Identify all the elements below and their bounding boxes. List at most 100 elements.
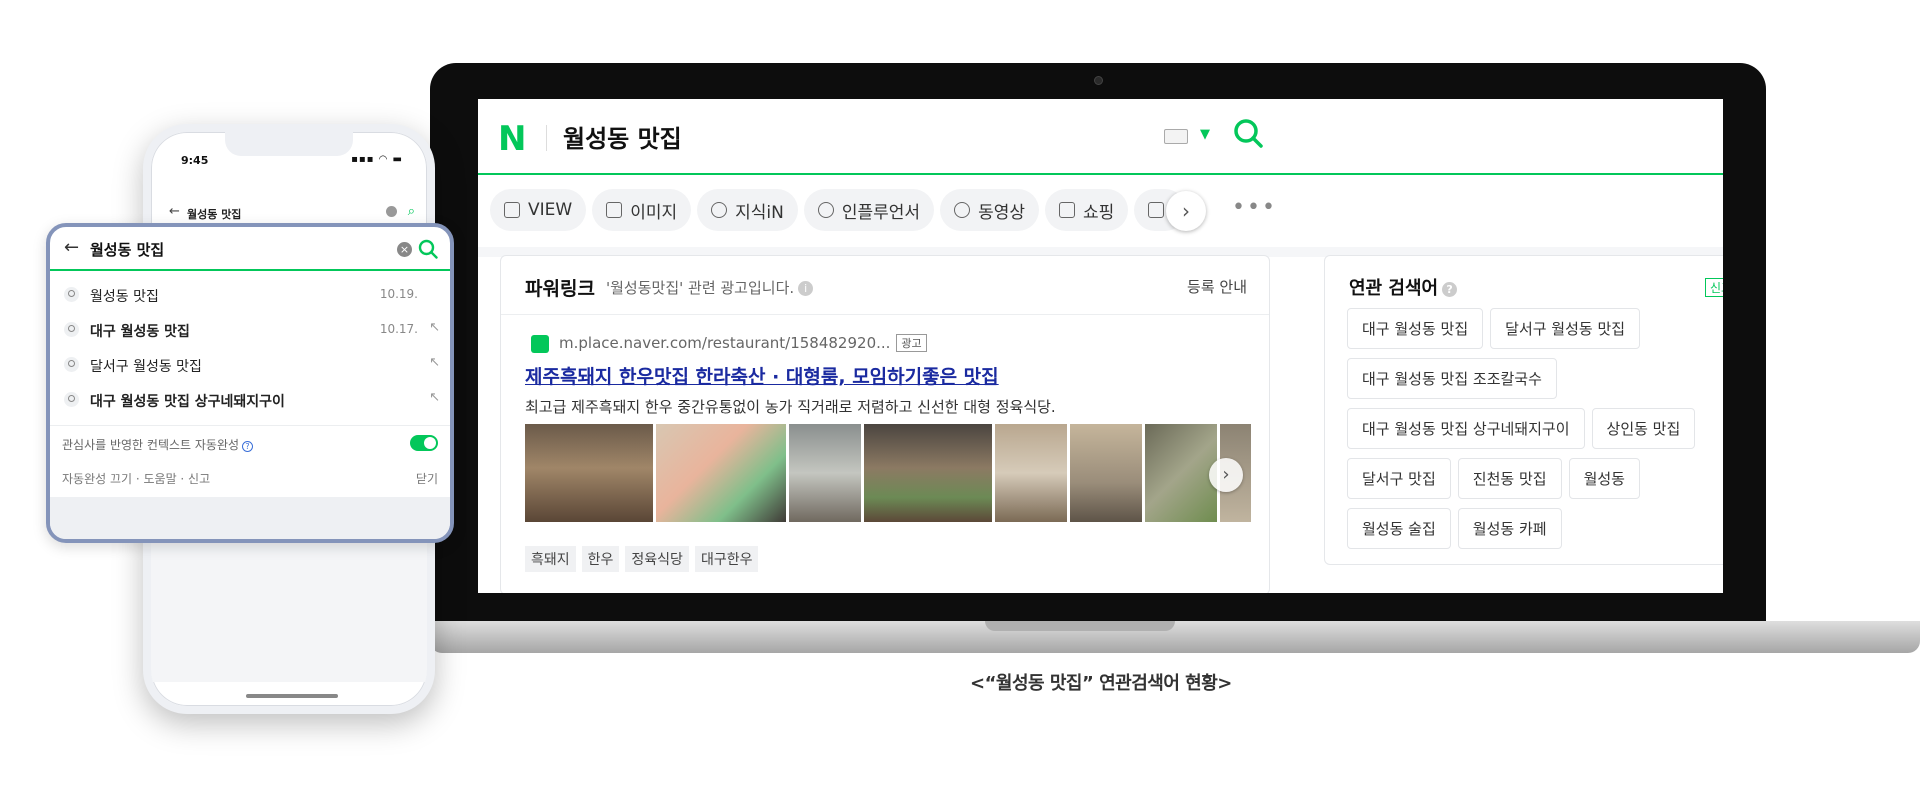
- context-toggle[interactable]: [410, 435, 438, 451]
- search-icon[interactable]: ⌕: [408, 204, 415, 219]
- suggestion-text: 월성동 맛집: [90, 289, 159, 305]
- play-icon: [954, 202, 971, 218]
- laptop-lid: N 월성동 맛집 ▼ VIEW 이미지 지식iN 인플루언서 동영상 쇼핑 › ••• 파…: [430, 63, 1766, 625]
- related-chips: 대구 월성동 맛집 달서구 월성동 맛집 대구 월성동 맛집 조조칼국수 대구 월…: [1347, 308, 1723, 558]
- powerlink-subtitle: '월성동맛집' 관련 광고입니다. i: [606, 277, 814, 298]
- ad-tag[interactable]: 정육식당: [625, 546, 689, 572]
- tab-shopping[interactable]: 쇼핑: [1044, 189, 1129, 231]
- related-chip[interactable]: 대구 월성동 맛집: [1347, 308, 1484, 349]
- info-icon[interactable]: i: [798, 281, 814, 296]
- related-title-text: 연관 검색어: [1349, 278, 1439, 299]
- camera: [1094, 76, 1103, 85]
- ad-url[interactable]: m.place.naver.com/restaurant/158482920..…: [559, 334, 927, 352]
- search-icon[interactable]: [418, 239, 438, 259]
- header-divider: [546, 125, 547, 151]
- back-arrow-icon[interactable]: ←: [64, 237, 79, 258]
- related-chip[interactable]: 월성동: [1568, 458, 1640, 499]
- arrow-up-left-icon[interactable]: ↖: [429, 355, 440, 370]
- ad-tags: 흑돼지 한우 정육식당 대구한우: [525, 546, 764, 572]
- suggestion-text: 대구 월성동 맛집: [90, 324, 190, 340]
- ad-image-strip: [525, 424, 1251, 522]
- popup-bottom-area: [50, 497, 450, 539]
- image-next-button[interactable]: ›: [1209, 458, 1243, 492]
- dropdown-caret-icon[interactable]: ▼: [1200, 127, 1210, 142]
- ad-image[interactable]: [995, 424, 1067, 522]
- register-link[interactable]: 등록 안내: [1187, 276, 1247, 297]
- tab-label: 쇼핑: [1082, 202, 1115, 223]
- suggestion-item[interactable]: 대구 월성동 맛집 상구네돼지구이 ↖: [50, 382, 450, 417]
- related-chip[interactable]: 대구 월성동 맛집 조조칼국수: [1347, 358, 1557, 399]
- help-icon[interactable]: ?: [242, 441, 254, 452]
- phone-background: [151, 532, 427, 682]
- related-chip[interactable]: 대구 월성동 맛집 상구네돼지구이: [1347, 408, 1585, 449]
- search-icon: [64, 357, 79, 372]
- back-arrow-icon[interactable]: ←: [169, 204, 180, 219]
- ad-image[interactable]: [864, 424, 992, 522]
- report-badge[interactable]: 신고: [1705, 278, 1723, 297]
- phone-time: 9:45: [181, 154, 209, 167]
- document-icon: [504, 202, 520, 218]
- news-icon: [1148, 202, 1165, 218]
- related-chip[interactable]: 달서구 맛집: [1347, 458, 1451, 499]
- suggestion-item[interactable]: 대구 월성동 맛집 10.17. ↖: [50, 312, 450, 347]
- clear-icon[interactable]: ×: [397, 242, 412, 257]
- close-button[interactable]: 닫기: [416, 470, 438, 487]
- suggestion-item[interactable]: 달서구 월성동 맛집 ↖: [50, 347, 450, 382]
- caption: <“월성동 맛집” 연관검색어 현황>: [970, 673, 1232, 694]
- keyboard-icon[interactable]: [1164, 129, 1188, 144]
- related-chip[interactable]: 월성동 카페: [1457, 508, 1562, 549]
- related-chip[interactable]: 진천동 맛집: [1457, 458, 1562, 499]
- phone-search-bar: ← 월성동 맛집 ⌕: [169, 204, 419, 224]
- more-tabs-button[interactable]: •••: [1232, 195, 1277, 220]
- image-icon: [606, 202, 623, 218]
- ad-image[interactable]: [1145, 424, 1217, 522]
- ad-image[interactable]: [525, 424, 653, 522]
- naver-logo[interactable]: N: [498, 119, 526, 159]
- suggestion-date: 10.17.: [379, 322, 418, 336]
- autocomplete-query[interactable]: 월성동 맛집: [90, 239, 164, 260]
- related-searches-panel: 연관 검색어? 신고 대구 월성동 맛집달서구 월성동 맛집 대구 월성동 맛집…: [1324, 255, 1723, 565]
- info-icon[interactable]: ?: [1442, 282, 1458, 297]
- search-icon: [64, 287, 79, 302]
- search-query[interactable]: 월성동 맛집: [563, 119, 682, 154]
- related-chip[interactable]: 월성동 술집: [1347, 508, 1451, 549]
- tab-label: 인플루언서: [841, 202, 921, 223]
- tab-image[interactable]: 이미지: [592, 189, 692, 231]
- tabs-next-button[interactable]: ›: [1166, 191, 1206, 231]
- ad-image[interactable]: [656, 424, 786, 522]
- context-label-text: 관심사를 반영한 컨텍스트 자동완성: [62, 438, 240, 452]
- divider: [501, 314, 1269, 315]
- search-header: N 월성동 맛집 ▼: [478, 99, 1723, 175]
- place-icon: [531, 335, 549, 353]
- tab-view[interactable]: VIEW: [490, 189, 587, 231]
- status-icons: ▪▪▪ ◠ ▬: [351, 154, 403, 165]
- suggestion-text: 달서구 월성동 맛집: [90, 359, 202, 375]
- autocomplete-footer-links[interactable]: 자동완성 끄기 · 도움말 · 신고: [62, 470, 210, 487]
- related-chip[interactable]: 상인동 맛집: [1591, 408, 1696, 449]
- phone-search-query[interactable]: 월성동 맛집: [187, 206, 241, 222]
- arrow-up-left-icon[interactable]: ↖: [429, 390, 440, 405]
- ad-tag[interactable]: 한우: [581, 546, 620, 572]
- ad-badge: 광고: [896, 334, 927, 352]
- ad-image[interactable]: [1070, 424, 1142, 522]
- q-icon: [711, 202, 728, 218]
- tab-video[interactable]: 동영상: [940, 189, 1039, 231]
- tab-kin[interactable]: 지식iN: [697, 189, 798, 231]
- suggestion-text: 대구 월성동 맛집 상구네돼지구이: [90, 394, 285, 410]
- home-indicator: [246, 694, 338, 698]
- search-tabs: VIEW 이미지 지식iN 인플루언서 동영상 쇼핑: [490, 189, 1192, 237]
- ad-title-link[interactable]: 제주흑돼지 한우맛집 한라축산 · 대형룸, 모임하기좋은 맛집: [525, 362, 999, 389]
- search-icon[interactable]: [1232, 117, 1264, 149]
- clear-icon[interactable]: [386, 206, 397, 217]
- laptop-base: [430, 621, 1920, 653]
- ad-image[interactable]: [789, 424, 861, 522]
- ad-tag[interactable]: 대구한우: [694, 546, 759, 572]
- powerlink-title: 파워링크: [525, 278, 595, 300]
- suggestion-item[interactable]: 월성동 맛집 10.19.: [50, 277, 450, 312]
- ad-url-text: m.place.naver.com/restaurant/158482920..…: [559, 334, 891, 352]
- related-chip[interactable]: 달서구 월성동 맛집: [1490, 308, 1641, 349]
- arrow-up-left-icon[interactable]: ↖: [429, 320, 440, 335]
- tab-influencer[interactable]: 인플루언서: [803, 189, 935, 231]
- hinge-notch: [985, 621, 1175, 631]
- ad-tag[interactable]: 흑돼지: [525, 546, 576, 572]
